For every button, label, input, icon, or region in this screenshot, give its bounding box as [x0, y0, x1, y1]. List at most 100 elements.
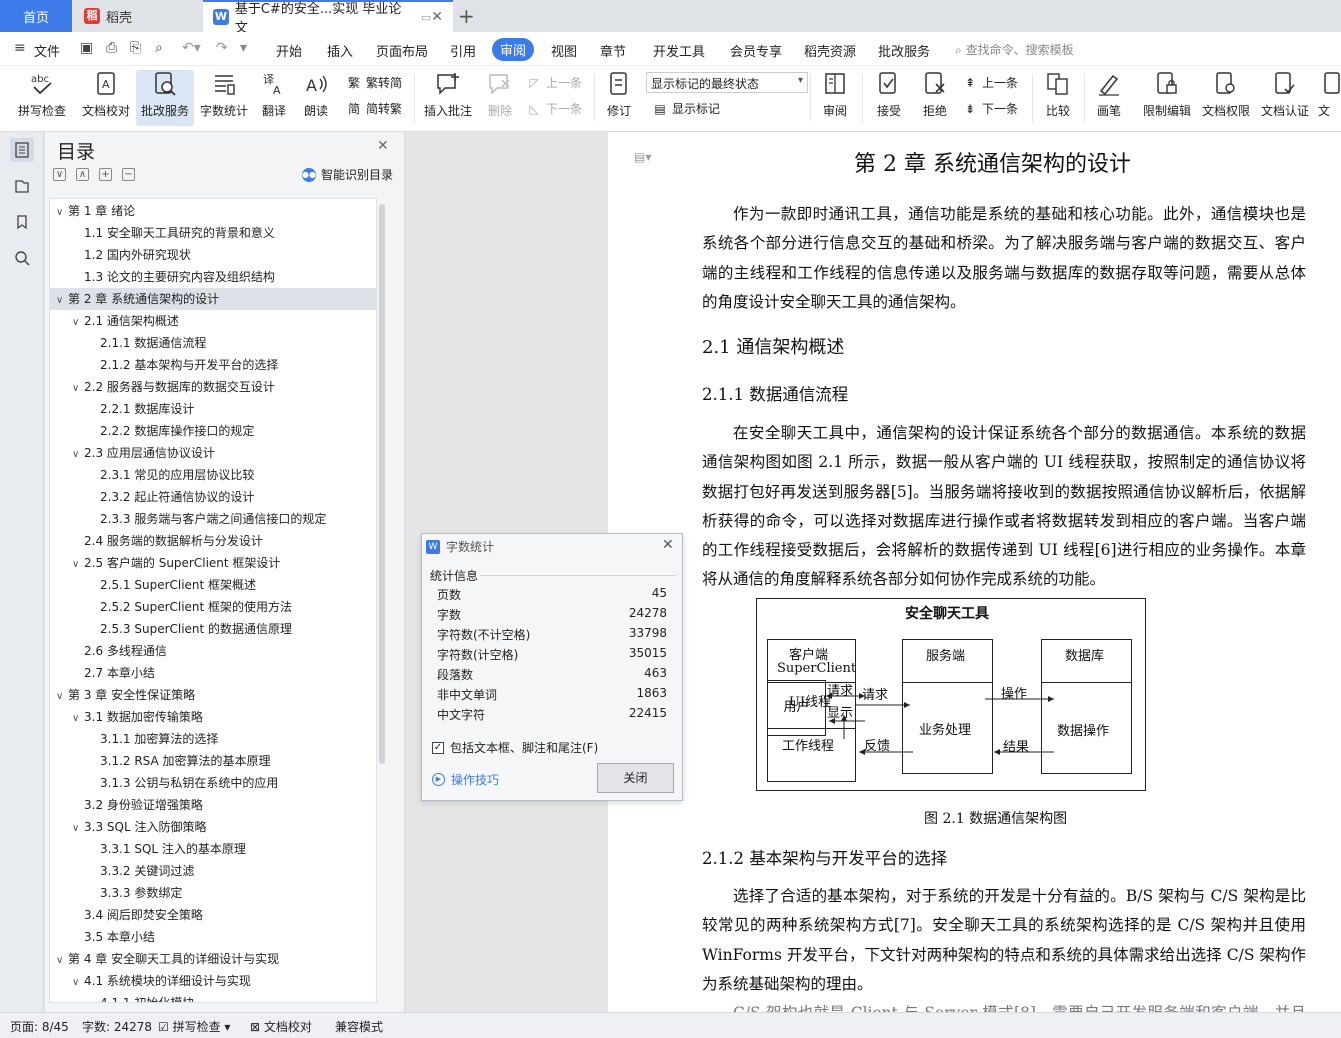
toc-item[interactable]: 2.7 本章小结 [50, 662, 376, 684]
close-tab-icon[interactable]: ✕ [431, 9, 443, 25]
menu-review[interactable]: 审阅 [492, 38, 535, 61]
delete-comment-button[interactable]: 删除 [480, 70, 520, 126]
toc-item[interactable]: 3.3.1 SQL 注入的基本原理 [50, 838, 376, 860]
toc-item[interactable]: ∨ 2.3 应用层通信协议设计 [50, 442, 376, 466]
menu-file[interactable]: 文件 [34, 41, 60, 60]
dialog-close-icon[interactable]: ✕ [662, 537, 674, 553]
status-proofread[interactable]: ⊠ 文档校对 [250, 1018, 312, 1035]
collapse-caret-icon[interactable]: ∨ [72, 972, 84, 994]
chapter-nav-icon[interactable] [10, 174, 34, 198]
toc-nav-icon[interactable] [10, 138, 34, 162]
pin-icon[interactable]: ▭ [421, 11, 431, 24]
toc-item[interactable]: 1.2 国内外研究现状 [50, 244, 376, 266]
toc-item[interactable]: ∨ 第 2 章 系统通信架构的设计 [50, 288, 376, 312]
toc-item[interactable]: 2.2.1 数据库设计 [50, 398, 376, 420]
next-comment-button[interactable]: ◺ 下一条 [526, 100, 582, 117]
collapse-caret-icon[interactable]: ∨ [72, 444, 84, 466]
close-dialog-button[interactable]: 关闭 [597, 763, 674, 793]
tab-document[interactable]: W 基于C#的安全...实现 毕业论文 ▭ ✕ [203, 0, 453, 36]
tab-wps[interactable]: 稻 稻壳 [72, 0, 200, 32]
toc-item[interactable]: 3.1.2 RSA 加密算法的基本原理 [50, 750, 376, 772]
collapse-caret-icon[interactable]: ∨ [56, 950, 68, 972]
toc-item[interactable]: 2.4 服务端的数据解析与分发设计 [50, 530, 376, 552]
toc-item[interactable]: 1.3 论文的主要研究内容及组织结构 [50, 266, 376, 288]
toc-item[interactable]: ∨ 2.5 客户端的 SuperClient 框架设计 [50, 552, 376, 576]
next-change-button[interactable]: ⇟ 下一条 [962, 100, 1018, 117]
collapse-caret-icon[interactable]: ∨ [56, 202, 68, 224]
show-markup-button[interactable]: ▤ 显示标记 [652, 100, 720, 117]
track-changes-button[interactable]: 修订 [600, 70, 638, 126]
word-count-button[interactable]: 字数统计 [198, 70, 250, 126]
toc-item[interactable]: 4.1.1 初始化模块 [50, 992, 376, 1002]
page-indicator[interactable]: 页面: 8/45 [10, 1018, 69, 1035]
toc-item[interactable]: ∨ 第 1 章 绪论 [50, 200, 376, 224]
collapse-caret-icon[interactable]: ∨ [56, 290, 68, 312]
preview-icon[interactable]: ⌕ [155, 40, 163, 56]
toc-item[interactable]: 2.3.2 起止符通信协议的设计 [50, 486, 376, 508]
compare-button[interactable]: 比较 [1038, 70, 1078, 126]
menu-chapter[interactable]: 章节 [600, 41, 626, 60]
trad-to-simp-button[interactable]: 繁繁转简 [346, 74, 402, 91]
accept-button[interactable]: 接受 [870, 70, 908, 126]
simp-to-trad-button[interactable]: 简简转繁 [346, 100, 402, 117]
spell-check-button[interactable]: abc 拼写检查 [10, 70, 74, 126]
menu-resources[interactable]: 稻壳资源 [804, 41, 856, 60]
print-icon[interactable]: ⎘ [130, 40, 141, 56]
review-service-button[interactable]: 批改服务 [136, 70, 194, 126]
menu-insert[interactable]: 插入 [327, 41, 353, 60]
toc-item[interactable]: 2.1.2 基本架构与开发平台的选择 [50, 354, 376, 376]
prev-change-button[interactable]: ⇞ 上一条 [962, 74, 1018, 91]
hamburger-icon[interactable]: ≡ [14, 40, 26, 56]
menu-view[interactable]: 视图 [551, 41, 577, 60]
save-icon[interactable]: ▣ [80, 40, 93, 56]
review-pane-button[interactable]: 审阅 [816, 70, 854, 126]
redo-icon[interactable]: ↷ [216, 40, 228, 56]
translate-button[interactable]: 译A 翻译 [254, 70, 294, 126]
close-toc-icon[interactable]: ✕ [377, 138, 389, 154]
toc-item[interactable]: ∨ 3.1 数据加密传输策略 [50, 706, 376, 730]
toc-item[interactable]: 3.4 阅后即焚安全策略 [50, 904, 376, 926]
include-notes-checkbox[interactable]: ✓ 包括文本框、脚注和尾注(F) [432, 739, 598, 756]
reject-button[interactable]: 拒绝 [916, 70, 954, 126]
bookmark-icon[interactable] [10, 210, 34, 234]
toc-item[interactable]: 2.1.1 数据通信流程 [50, 332, 376, 354]
toc-item[interactable]: 2.2.2 数据库操作接口的规定 [50, 420, 376, 442]
ink-pen-button[interactable]: 画笔 [1090, 70, 1128, 126]
toc-item[interactable]: 2.5.3 SuperClient 的数据通信原理 [50, 618, 376, 640]
add-heading-icon[interactable]: + [99, 168, 112, 181]
toc-item[interactable]: ∨ 3.3 SQL 注入防御策略 [50, 816, 376, 840]
toc-item[interactable]: ∨ 2.1 通信架构概述 [50, 310, 376, 334]
menu-reference[interactable]: 引用 [450, 41, 476, 60]
toc-item[interactable]: ∨ 2.2 服务器与数据库的数据交互设计 [50, 376, 376, 400]
toc-item[interactable]: 2.5.1 SuperClient 框架概述 [50, 574, 376, 596]
command-search[interactable]: ⌕ 查找命令、搜索模板 [955, 41, 1074, 58]
markup-state-select[interactable]: 显示标记的最终状态 [646, 72, 808, 93]
undo-icon[interactable]: ↶▾ [182, 40, 201, 56]
toc-item[interactable]: 1.1 安全聊天工具研究的背景和意义 [50, 222, 376, 244]
toc-item[interactable]: 3.2 身份验证增强策略 [50, 794, 376, 816]
doc-permission-button[interactable]: 文档权限 [1198, 70, 1254, 126]
collapse-all-icon[interactable]: ∨ [53, 168, 66, 181]
more-icon[interactable]: ▾ [240, 40, 247, 56]
toc-item[interactable]: ∨ 4.1 系统模块的详细设计与实现 [50, 970, 376, 994]
toc-item[interactable]: 2.6 多线程通信 [50, 640, 376, 662]
word-count-indicator[interactable]: 字数: 24278 [82, 1018, 152, 1035]
search-nav-icon[interactable] [10, 246, 34, 270]
export-pdf-icon[interactable]: ⎙ [106, 40, 117, 56]
toc-item[interactable]: 2.3.1 常见的应用层协议比较 [50, 464, 376, 486]
collapse-caret-icon[interactable]: ∨ [72, 378, 84, 400]
collapse-caret-icon[interactable]: ∨ [72, 312, 84, 334]
collapse-caret-icon[interactable]: ∨ [72, 554, 84, 576]
doc-certify-button[interactable]: 文档认证 [1256, 70, 1314, 126]
collapse-caret-icon[interactable]: ∨ [72, 708, 84, 730]
toc-item[interactable]: ∨ 第 3 章 安全性保证策略 [50, 684, 376, 706]
proofread-button[interactable]: A 文档校对 [78, 70, 134, 126]
toc-item[interactable]: ∨ 第 4 章 安全聊天工具的详细设计与实现 [50, 948, 376, 972]
menu-vip[interactable]: 会员专享 [730, 41, 782, 60]
menu-start[interactable]: 开始 [276, 41, 302, 60]
menu-correction[interactable]: 批改服务 [878, 41, 930, 60]
smart-toc-button[interactable]: ●● 智能识别目录 [302, 166, 393, 183]
collapse-caret-icon[interactable]: ∨ [72, 818, 84, 840]
more-ribbon-button[interactable]: 文 [1318, 70, 1341, 126]
menu-devtools[interactable]: 开发工具 [653, 41, 705, 60]
